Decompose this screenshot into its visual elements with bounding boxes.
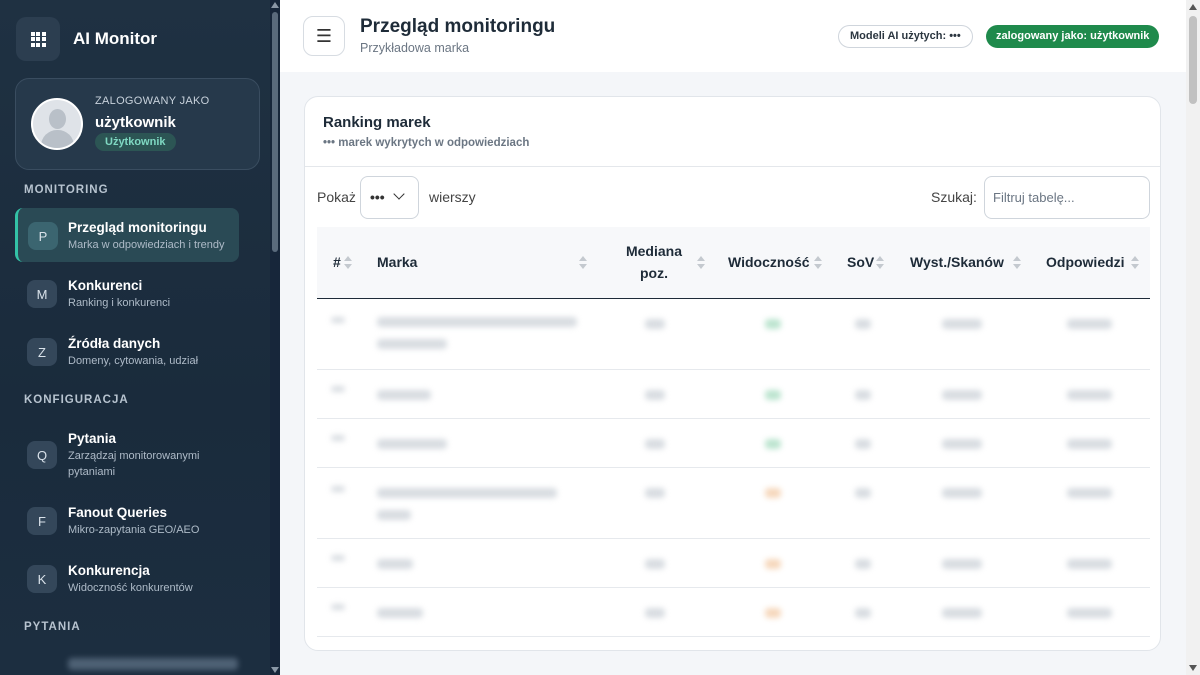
sort-icon[interactable]: [876, 256, 884, 270]
models-used-pill: Modeli AI użytych: •••: [838, 25, 973, 48]
table-filter-input[interactable]: [984, 176, 1150, 219]
table-header: # Marka Mediana poz. Widoczność SoV Wyst…: [317, 227, 1150, 299]
sort-icon[interactable]: [579, 256, 587, 270]
scroll-up-icon[interactable]: [1189, 4, 1197, 10]
page-scrollbar[interactable]: [1186, 0, 1200, 675]
nav-badge: F: [27, 507, 57, 535]
table-row[interactable]: [317, 299, 1150, 370]
scroll-down-icon[interactable]: [271, 667, 279, 673]
sidebar: AI Monitor ZALOGOWANY JAKO użytkownik Uż…: [0, 0, 280, 675]
rows-label: wierszy: [429, 189, 476, 205]
brand-ranking-card: Ranking marek ••• marek wykrytych w odpo…: [304, 96, 1161, 651]
nav-subtitle: Marka w odpowiedziach i trendy: [68, 239, 225, 251]
table-row[interactable]: [317, 419, 1150, 468]
table-row[interactable]: [317, 370, 1150, 419]
table-row[interactable]: [317, 468, 1150, 539]
card-title: Ranking marek: [323, 114, 431, 131]
section-monitoring: MONITORING: [24, 184, 109, 196]
page-subtitle: Przykładowa marka: [360, 41, 470, 55]
sidebar-item-questions[interactable]: Q Pytania Zarządzaj monitorowanymi pytan…: [15, 419, 239, 483]
scroll-down-icon[interactable]: [1189, 665, 1197, 671]
divider: [305, 166, 1160, 167]
nav-badge: M: [27, 280, 57, 308]
section-questions: PYTANIA: [24, 621, 81, 633]
nav-subtitle: Domeny, cytowania, udział: [68, 355, 199, 367]
nav-title: Przegląd monitoringu: [68, 220, 207, 235]
rows-per-page-select[interactable]: •••: [360, 176, 419, 219]
table-row[interactable]: [317, 539, 1150, 588]
scrollbar-thumb[interactable]: [272, 12, 278, 252]
nav-title: Fanout Queries: [68, 505, 168, 520]
sort-icon[interactable]: [814, 256, 822, 270]
col-header-sov[interactable]: SoV: [847, 251, 874, 273]
nav-title: Źródła danych: [68, 336, 161, 351]
scroll-up-icon[interactable]: [271, 2, 279, 8]
col-header-visibility[interactable]: Widoczność: [728, 251, 810, 273]
nav-title: Konkurenci: [68, 278, 143, 293]
blurred-question-item[interactable]: [68, 658, 238, 670]
grid-icon: [16, 17, 60, 61]
card-subtitle: ••• marek wykrytych w odpowiedziach: [323, 137, 530, 149]
sort-icon[interactable]: [1013, 256, 1021, 270]
nav-badge: Z: [27, 338, 57, 366]
section-configuration: KONFIGURACJA: [24, 394, 129, 406]
user-name: użytkownik: [95, 114, 176, 131]
sort-icon[interactable]: [1131, 256, 1139, 270]
sort-icon[interactable]: [697, 256, 705, 270]
col-header-median-position[interactable]: Mediana poz.: [617, 240, 691, 284]
nav-badge: Q: [27, 441, 57, 469]
brand[interactable]: AI Monitor: [16, 17, 157, 61]
show-label: Pokaż: [317, 189, 356, 205]
nav-subtitle: Mikro-zapytania GEO/AEO: [68, 524, 200, 536]
nav-title: Konkurencja: [68, 563, 150, 578]
user-role-badge: Użytkownik: [95, 133, 176, 151]
sidebar-item-data-sources[interactable]: Z Źródła danych Domeny, cytowania, udzia…: [15, 324, 239, 378]
sidebar-item-competition[interactable]: K Konkurencja Widoczność konkurentów: [15, 551, 239, 605]
scrollbar-thumb[interactable]: [1189, 16, 1197, 104]
sidebar-scrollbar[interactable]: [270, 0, 280, 675]
chevron-down-icon: [393, 188, 405, 200]
nav-badge: K: [27, 565, 57, 593]
col-header-occurrences[interactable]: Wyst./Skanów: [910, 251, 1004, 273]
sidebar-item-fanout-queries[interactable]: F Fanout Queries Mikro-zapytania GEO/AEO: [15, 493, 239, 547]
nav-badge: P: [28, 222, 58, 250]
brand-name: AI Monitor: [73, 29, 158, 48]
avatar: [31, 98, 83, 150]
nav-subtitle: Ranking i konkurenci: [68, 297, 171, 309]
rows-per-page-value: •••: [370, 189, 385, 205]
nav-subtitle: Zarządzaj monitorowanymi pytaniami: [68, 450, 200, 478]
hamburger-icon: ☰: [315, 25, 333, 46]
sidebar-item-overview[interactable]: P Przegląd monitoringu Marka w odpowiedz…: [15, 208, 239, 262]
menu-toggle-button[interactable]: ☰: [303, 16, 345, 56]
page-title: Przegląd monitoringu: [360, 16, 556, 37]
col-header-brand[interactable]: Marka: [377, 251, 417, 273]
nav-title: Pytania: [68, 431, 117, 446]
col-header-responses[interactable]: Odpowiedzi: [1046, 251, 1125, 273]
nav-subtitle: Widoczność konkurentów: [68, 582, 193, 594]
header: ☰ Przegląd monitoringu Przykładowa marka…: [280, 0, 1186, 72]
col-header-median-line2: poz.: [640, 265, 668, 281]
col-header-rank[interactable]: #: [333, 251, 341, 273]
sort-icon[interactable]: [344, 256, 352, 270]
sidebar-item-competitors[interactable]: M Konkurenci Ranking i konkurenci: [15, 266, 239, 320]
user-card: ZALOGOWANY JAKO użytkownik Użytkownik: [15, 78, 260, 170]
user-card-label: ZALOGOWANY JAKO: [95, 95, 210, 107]
col-header-median-line1: Mediana: [625, 243, 682, 259]
logged-in-pill: zalogowany jako: użytkownik: [986, 25, 1160, 48]
table-row[interactable]: [317, 588, 1150, 637]
search-label: Szukaj:: [931, 189, 977, 205]
